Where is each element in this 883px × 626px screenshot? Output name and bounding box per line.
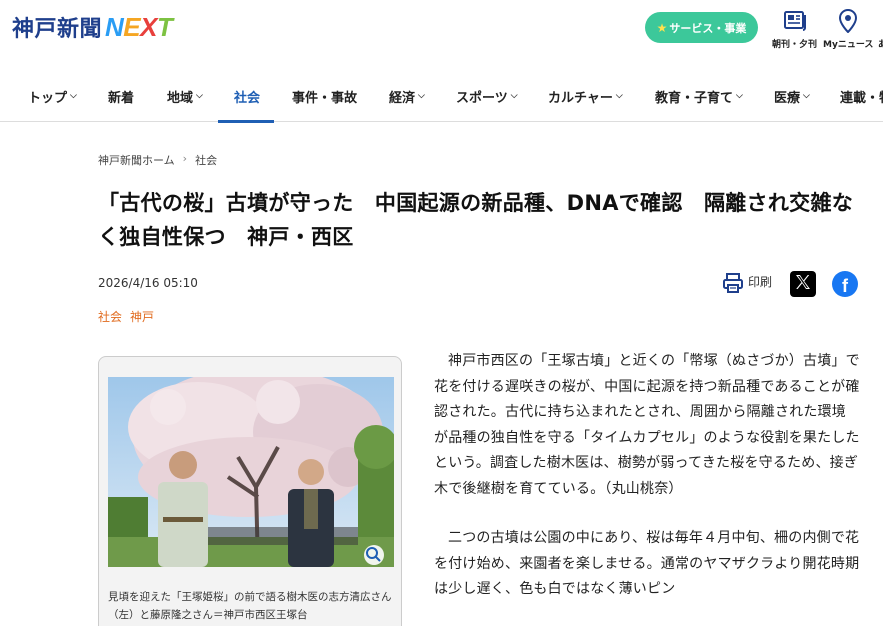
logo-text-en: NEXT: [105, 12, 173, 42]
breadcrumb-current[interactable]: 社会: [195, 152, 217, 168]
location-pin-icon: [835, 8, 861, 34]
nav-item-education[interactable]: 教育・子育て ⌵: [655, 70, 743, 122]
article-paragraph: 二つの古墳は公園の中にあり、桜は毎年４月中旬、柵の内側で花を付け始め、来園者を楽…: [434, 530, 860, 597]
print-edition-label: 朝刊・夕刊: [772, 40, 818, 50]
chevron-down-icon: ⌵: [70, 91, 77, 101]
printer-icon: [722, 272, 744, 297]
print-edition-link[interactable]: 朝刊・夕刊: [772, 8, 817, 50]
nav-item-top[interactable]: トップ ⌵: [28, 70, 77, 122]
breadcrumb-separator: ›: [182, 152, 188, 165]
nav-item-culture[interactable]: カルチャー ⌵: [548, 70, 623, 122]
services-button[interactable]: ★ サービス・事業: [645, 12, 758, 43]
article-paragraph: 神戸市西区の「王塚古墳」と近くの「幣塚（ぬさづか）古墳」で花を付ける遅咲きの桜が…: [434, 353, 860, 497]
nav-item-sports[interactable]: スポーツ ⌵: [456, 70, 518, 122]
x-logo-icon: [795, 274, 811, 294]
site-header: 神戸新聞 NEXT ★ サービス・事業 朝刊・夕刊 Myニュース あ: [0, 0, 883, 70]
star-icon: ★: [656, 20, 668, 35]
facebook-logo-icon: f: [842, 275, 848, 296]
share-x-button[interactable]: [790, 271, 816, 297]
chevron-down-icon: ⌵: [736, 91, 743, 101]
breadcrumb-home[interactable]: 神戸新聞ホーム: [98, 152, 175, 168]
article-title: 「古代の桜」古墳が守った 中国起源の新品種、DNAで確認 隔離され交雑なく独自性…: [98, 191, 854, 249]
nav-item-new[interactable]: 新着: [108, 70, 134, 122]
article-date: 2026/4/16 05:10: [98, 276, 198, 290]
tag-link[interactable]: 社会: [98, 308, 122, 325]
category-nav: トップ ⌵ 新着 地域 ⌵ 社会 事件・事故 経済 ⌵ スポーツ ⌵ カルチャー ⌵ 教育…: [0, 70, 883, 123]
nav-item-economy[interactable]: 経済 ⌵: [389, 70, 425, 122]
photo-caption: 見頃を迎えた「王塚姫桜」の前で語る樹木医の志方清広さん（左）と藤原隆之さん＝神戸…: [108, 591, 392, 621]
header-overflow-text: あ: [878, 40, 883, 50]
newspaper-icon: [782, 8, 808, 34]
nav-item-medical[interactable]: 医療 ⌵: [774, 70, 810, 122]
nav-item-region[interactable]: 地域 ⌵: [167, 70, 203, 122]
article-body: 神戸市西区の「王塚古墳」と近くの「幣塚（ぬさづか）古墳」で花を付ける遅咲きの桜が…: [434, 349, 860, 626]
chevron-down-icon: ⌵: [803, 91, 810, 101]
my-news-link[interactable]: Myニュース: [823, 8, 873, 50]
services-button-label: サービス・事業: [669, 21, 747, 35]
cherry-blossom-photo[interactable]: [108, 377, 394, 567]
share-facebook-button[interactable]: f: [832, 271, 858, 297]
site-logo[interactable]: 神戸新聞 NEXT: [12, 11, 173, 43]
logo-text-jp: 神戸新聞: [12, 17, 103, 42]
chevron-down-icon: ⌵: [510, 91, 518, 101]
nav-item-incidents[interactable]: 事件・事故: [292, 70, 357, 122]
article-tags: 社会 神戸: [98, 308, 154, 325]
print-button[interactable]: 印刷: [722, 272, 772, 297]
tag-link[interactable]: 神戸: [130, 308, 154, 325]
breadcrumb: 神戸新聞ホーム › 社会: [98, 152, 217, 168]
chevron-down-icon: ⌵: [615, 91, 623, 101]
article-photo-card: 見頃を迎えた「王塚姫桜」の前で語る樹木医の志方清広さん（左）と藤原隆之さん＝神戸…: [98, 356, 402, 626]
my-news-label: Myニュース: [823, 40, 874, 50]
chevron-down-icon: ⌵: [418, 91, 425, 101]
nav-item-society[interactable]: 社会: [217, 70, 275, 123]
nav-item-series[interactable]: 連載・特: [840, 70, 883, 122]
print-label: 印刷: [748, 275, 773, 289]
chevron-down-icon: ⌵: [196, 91, 203, 101]
